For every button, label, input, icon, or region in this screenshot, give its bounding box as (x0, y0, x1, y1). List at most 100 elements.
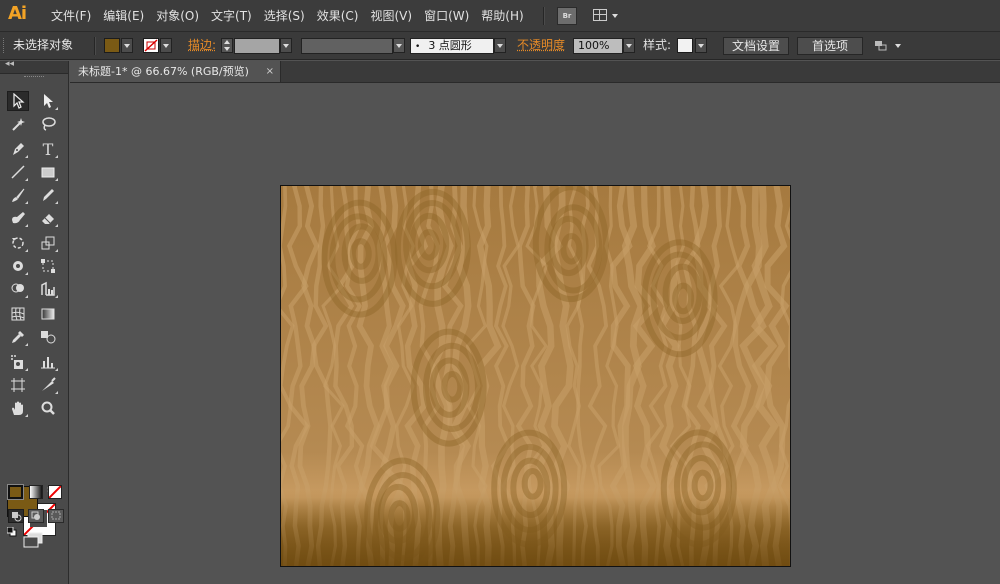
scale-tool-icon[interactable] (37, 233, 59, 253)
fill-swatch[interactable] (104, 38, 120, 53)
opacity-input[interactable]: 100% (573, 38, 623, 54)
selection-tool-icon[interactable] (7, 91, 29, 111)
none-mode-button[interactable] (48, 485, 62, 499)
rectangle-tool-icon[interactable] (37, 162, 59, 182)
line-segment-tool-icon[interactable] (7, 162, 29, 182)
artboard-tool-icon[interactable] (7, 375, 29, 395)
mesh-tool-icon[interactable] (7, 304, 29, 324)
no-stroke-icon (144, 39, 158, 52)
menu-bar: Ai 文件(F) 编辑(E) 对象(O) 文字(T) 选择(S) 效果(C) 视… (0, 0, 1000, 32)
bridge-button[interactable]: Br (557, 7, 577, 25)
chevron-down-icon (283, 44, 289, 48)
workspace-switcher[interactable] (593, 7, 623, 24)
brush-definition-value: 3 点圆形 (428, 39, 472, 52)
screen-mode-button[interactable] (22, 531, 46, 549)
document-tab-title: 未标题-1* @ 66.67% (RGB/预览) (78, 65, 249, 78)
stroke-weight-stepper[interactable] (221, 38, 233, 53)
preferences-button[interactable]: 首选项 (797, 37, 863, 55)
panel-menu-chevron-icon[interactable] (895, 44, 901, 48)
gradient-mode-button[interactable] (29, 485, 43, 499)
arrange-icon[interactable] (874, 40, 888, 52)
selection-status: 未选择对象 (13, 38, 74, 52)
menu-file[interactable]: 文件(F) (45, 0, 97, 32)
graphic-style-swatch[interactable] (677, 38, 693, 53)
shape-builder-tool-icon[interactable] (7, 279, 29, 299)
free-transform-tool-icon[interactable] (37, 256, 59, 276)
variable-width-dropdown[interactable] (393, 38, 405, 53)
chevron-down-icon (698, 44, 704, 48)
chevron-down-icon (124, 44, 130, 48)
collapse-icon[interactable]: ◂◂ (5, 59, 14, 69)
variable-width-profile[interactable] (301, 38, 393, 54)
gradient-tool-icon[interactable] (37, 304, 59, 324)
rotate-tool-icon[interactable] (7, 233, 29, 253)
menu-window[interactable]: 窗口(W) (418, 0, 475, 32)
stepper-arrows-icon (224, 40, 230, 51)
stroke-dropdown[interactable] (160, 38, 172, 53)
chevron-down-icon (612, 14, 618, 18)
pencil-tool-icon[interactable] (37, 185, 59, 205)
artboard[interactable] (280, 185, 791, 567)
brush-definition-dropdown[interactable] (494, 38, 506, 53)
menu-effect[interactable]: 效果(C) (311, 0, 365, 32)
stroke-label[interactable]: 描边: (188, 32, 216, 59)
panel-grip[interactable] (3, 38, 7, 53)
menu-separator (543, 7, 545, 25)
opacity-label[interactable]: 不透明度 (517, 32, 565, 59)
slice-tool-icon[interactable] (37, 375, 59, 395)
chevron-down-icon (163, 44, 169, 48)
document-tab[interactable]: 未标题-1* @ 66.67% (RGB/预览) × (70, 61, 281, 82)
main-menu: 文件(F) 编辑(E) 对象(O) 文字(T) 选择(S) 效果(C) 视图(V… (45, 0, 530, 32)
color-mode-button[interactable] (7, 484, 24, 500)
type-tool-icon[interactable]: T (37, 139, 59, 159)
none-color-icon (49, 486, 61, 498)
close-tab-icon[interactable]: × (266, 61, 274, 82)
column-graph-tool-icon[interactable] (37, 352, 59, 372)
graphic-style-dropdown[interactable] (695, 38, 707, 53)
paintbrush-tool-icon[interactable] (7, 185, 29, 205)
blend-tool-icon[interactable] (37, 327, 59, 347)
illustrator-logo: Ai (8, 3, 27, 24)
draw-behind-button[interactable] (28, 509, 44, 523)
draw-inside-button[interactable] (48, 509, 64, 523)
draw-normal-button[interactable] (8, 509, 24, 523)
hand-tool-icon[interactable] (7, 398, 29, 418)
chevron-down-icon (396, 44, 402, 48)
menu-help[interactable]: 帮助(H) (475, 0, 529, 32)
chevron-down-icon (626, 44, 632, 48)
eyedropper-tool-icon[interactable] (7, 327, 29, 347)
perspective-grid-tool-icon[interactable] (37, 279, 59, 299)
lasso-tool-icon[interactable] (37, 114, 59, 134)
control-bar: 未选择对象 描边: • 3 点圆形 不透明度 100% 样式: 文档设置 首选项 (0, 32, 1000, 60)
tools-panel: ◂◂ T (0, 59, 69, 584)
document-tab-bar: 未标题-1* @ 66.67% (RGB/预览) × (70, 61, 1000, 83)
default-colors-icon[interactable] (6, 526, 17, 537)
fill-dropdown[interactable] (121, 38, 133, 53)
menu-type[interactable]: 文字(T) (205, 0, 258, 32)
menu-object[interactable]: 对象(O) (150, 0, 205, 32)
direct-selection-tool-icon[interactable] (37, 91, 59, 111)
arrange-documents-icon (593, 9, 607, 21)
chevron-down-icon (497, 44, 503, 48)
menu-edit[interactable]: 编辑(E) (97, 0, 150, 32)
tools-panel-header[interactable]: ◂◂ (0, 59, 68, 74)
brush-definition-field[interactable]: • 3 点圆形 (410, 38, 494, 54)
opacity-dropdown[interactable] (623, 38, 635, 53)
eraser-tool-icon[interactable] (37, 208, 59, 228)
pen-tool-icon[interactable] (7, 139, 29, 159)
warp-tool-icon[interactable] (7, 256, 29, 276)
menu-view[interactable]: 视图(V) (364, 0, 418, 32)
menu-select[interactable]: 选择(S) (258, 0, 311, 32)
document-setup-button[interactable]: 文档设置 (723, 37, 789, 55)
stroke-swatch[interactable] (143, 38, 159, 53)
wood-grain-artwork (281, 186, 790, 566)
symbol-sprayer-tool-icon[interactable] (7, 352, 29, 372)
tools-panel-grip[interactable] (24, 76, 44, 80)
zoom-tool-icon[interactable] (37, 398, 59, 418)
blob-brush-tool-icon[interactable] (7, 208, 29, 228)
magic-wand-tool-icon[interactable] (7, 114, 29, 134)
stroke-weight-input[interactable] (234, 38, 280, 54)
stroke-weight-dropdown[interactable] (280, 38, 292, 53)
ctrl-separator (94, 37, 96, 55)
style-label: 样式: (643, 38, 672, 52)
